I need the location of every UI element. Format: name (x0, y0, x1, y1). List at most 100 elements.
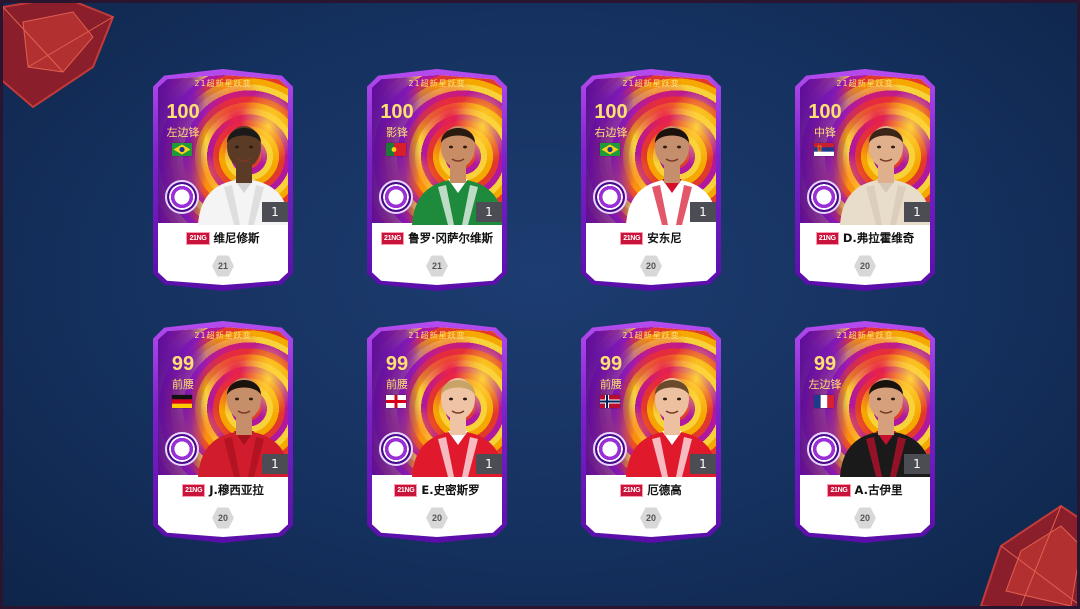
club-badge-icon (593, 432, 627, 466)
game-screen: 21超新星跃变 100 左边锋 1 21NG 维尼修斯 21 21超新星跃变 1… (0, 0, 1080, 609)
grade-badge: 20 (426, 507, 448, 529)
season-tag: 21NG (620, 483, 644, 497)
player-name: D.弗拉霍维奇 (842, 231, 915, 245)
player-name: 维尼修斯 (213, 231, 260, 245)
club-badge-icon (807, 180, 841, 214)
name-row: 21NG J.穆西亚拉 (158, 479, 288, 501)
player-name: 安东尼 (647, 231, 682, 245)
nation-flag-icon (386, 143, 406, 156)
name-row: 21NG D.弗拉霍维奇 (800, 227, 930, 249)
card-set-title: 21超新星跃变 (622, 331, 680, 340)
club-badge-icon (165, 180, 199, 214)
card-set-title: 21超新星跃变 (622, 79, 680, 88)
nation-flag-icon (814, 395, 834, 408)
card-set-title: 21超新星跃变 (408, 331, 466, 340)
card-level: 1 (476, 454, 502, 474)
card-level: 1 (904, 202, 930, 222)
season-tag: 21NG (394, 483, 418, 497)
grade-badge: 21 (212, 255, 234, 277)
nation-flag-icon (172, 143, 192, 156)
player-position: 前腰 (172, 378, 194, 391)
player-rating: 99 (385, 353, 409, 375)
card-level: 1 (476, 202, 502, 222)
player-name: A.古伊里 (854, 483, 903, 497)
player-position: 左边锋 (808, 378, 842, 391)
player-name: E.史密斯罗 (421, 483, 480, 497)
club-badge-icon (593, 180, 627, 214)
card-set-title: 21超新星跃变 (194, 331, 252, 340)
nation-flag-icon (172, 395, 192, 408)
club-badge-icon (379, 432, 413, 466)
card-body: 21超新星跃变 100 左边锋 1 21NG 维尼修斯 21 (158, 75, 288, 285)
player-position: 左边锋 (166, 126, 200, 139)
card-body: 21超新星跃变 99 前腰 1 21NG E.史密斯罗 20 (372, 327, 502, 537)
player-card-2[interactable]: 21超新星跃变 100 影锋 1 21NG 鲁罗·冈萨尔维斯 21 (367, 69, 507, 291)
season-tag: 21NG (381, 231, 405, 245)
season-tag: 21NG (827, 483, 851, 497)
card-body: 21超新星跃变 99 前腰 1 21NG 厄德高 20 (586, 327, 716, 537)
player-card-8[interactable]: 21超新星跃变 99 左边锋 1 21NG A.古伊里 20 (795, 321, 935, 543)
player-rating: 99 (171, 353, 195, 375)
nation-flag-icon (386, 395, 406, 408)
player-card-1[interactable]: 21超新星跃变 100 左边锋 1 21NG 维尼修斯 21 (153, 69, 293, 291)
card-level: 1 (904, 454, 930, 474)
player-card-7[interactable]: 21超新星跃变 99 前腰 1 21NG 厄德高 20 (581, 321, 721, 543)
player-card-3[interactable]: 21超新星跃变 100 右边锋 1 21NG 安东尼 20 (581, 69, 721, 291)
card-level: 1 (690, 202, 716, 222)
grade-badge: 20 (854, 507, 876, 529)
club-badge-icon (165, 432, 199, 466)
player-rating: 100 (166, 101, 200, 123)
nation-flag-icon (600, 143, 620, 156)
player-position: 前腰 (386, 378, 408, 391)
card-level: 1 (262, 454, 288, 474)
grade-badge: 20 (854, 255, 876, 277)
player-position: 前腰 (600, 378, 622, 391)
crystal-decoration-top-left (3, 3, 115, 109)
player-position: 影锋 (386, 126, 408, 139)
player-rating: 100 (594, 101, 628, 123)
name-row: 21NG A.古伊里 (800, 479, 930, 501)
season-tag: 21NG (620, 231, 644, 245)
season-tag: 21NG (815, 231, 839, 245)
player-rating: 99 (599, 353, 623, 375)
nation-flag-icon (600, 395, 620, 408)
name-row: 21NG 厄德高 (586, 479, 716, 501)
card-body: 21超新星跃变 99 前腰 1 21NG J.穆西亚拉 20 (158, 327, 288, 537)
player-rating: 100 (808, 101, 842, 123)
club-badge-icon (379, 180, 413, 214)
grade-badge: 20 (640, 507, 662, 529)
season-tag: 21NG (186, 231, 210, 245)
player-name: 鲁罗·冈萨尔维斯 (408, 231, 493, 245)
grade-badge: 21 (426, 255, 448, 277)
name-row: 21NG 鲁罗·冈萨尔维斯 (372, 227, 502, 249)
card-body: 21超新星跃变 100 右边锋 1 21NG 安东尼 20 (586, 75, 716, 285)
player-name: J.穆西亚拉 (209, 483, 264, 497)
season-tag: 21NG (182, 483, 206, 497)
player-card-4[interactable]: 21超新星跃变 100 中锋 1 21NG D.弗拉霍维奇 20 (795, 69, 935, 291)
card-set-title: 21超新星跃变 (408, 79, 466, 88)
name-row: 21NG 维尼修斯 (158, 227, 288, 249)
nation-flag-icon (814, 143, 834, 156)
card-level: 1 (262, 202, 288, 222)
player-position: 右边锋 (594, 126, 628, 139)
name-row: 21NG 安东尼 (586, 227, 716, 249)
player-card-6[interactable]: 21超新星跃变 99 前腰 1 21NG E.史密斯罗 20 (367, 321, 507, 543)
grade-badge: 20 (212, 507, 234, 529)
card-level: 1 (690, 454, 716, 474)
player-name: 厄德高 (647, 483, 682, 497)
crystal-decoration-bottom-right (979, 504, 1077, 606)
card-body: 21超新星跃变 99 左边锋 1 21NG A.古伊里 20 (800, 327, 930, 537)
player-position: 中锋 (814, 126, 836, 139)
player-card-grid: 21超新星跃变 100 左边锋 1 21NG 维尼修斯 21 21超新星跃变 1… (153, 69, 938, 543)
card-set-title: 21超新星跃变 (836, 79, 894, 88)
card-body: 21超新星跃变 100 中锋 1 21NG D.弗拉霍维奇 20 (800, 75, 930, 285)
club-badge-icon (807, 432, 841, 466)
grade-badge: 20 (640, 255, 662, 277)
card-set-title: 21超新星跃变 (194, 79, 252, 88)
card-set-title: 21超新星跃变 (836, 331, 894, 340)
player-card-5[interactable]: 21超新星跃变 99 前腰 1 21NG J.穆西亚拉 20 (153, 321, 293, 543)
name-row: 21NG E.史密斯罗 (372, 479, 502, 501)
card-body: 21超新星跃变 100 影锋 1 21NG 鲁罗·冈萨尔维斯 21 (372, 75, 502, 285)
player-rating: 100 (380, 101, 414, 123)
player-rating: 99 (813, 353, 837, 375)
